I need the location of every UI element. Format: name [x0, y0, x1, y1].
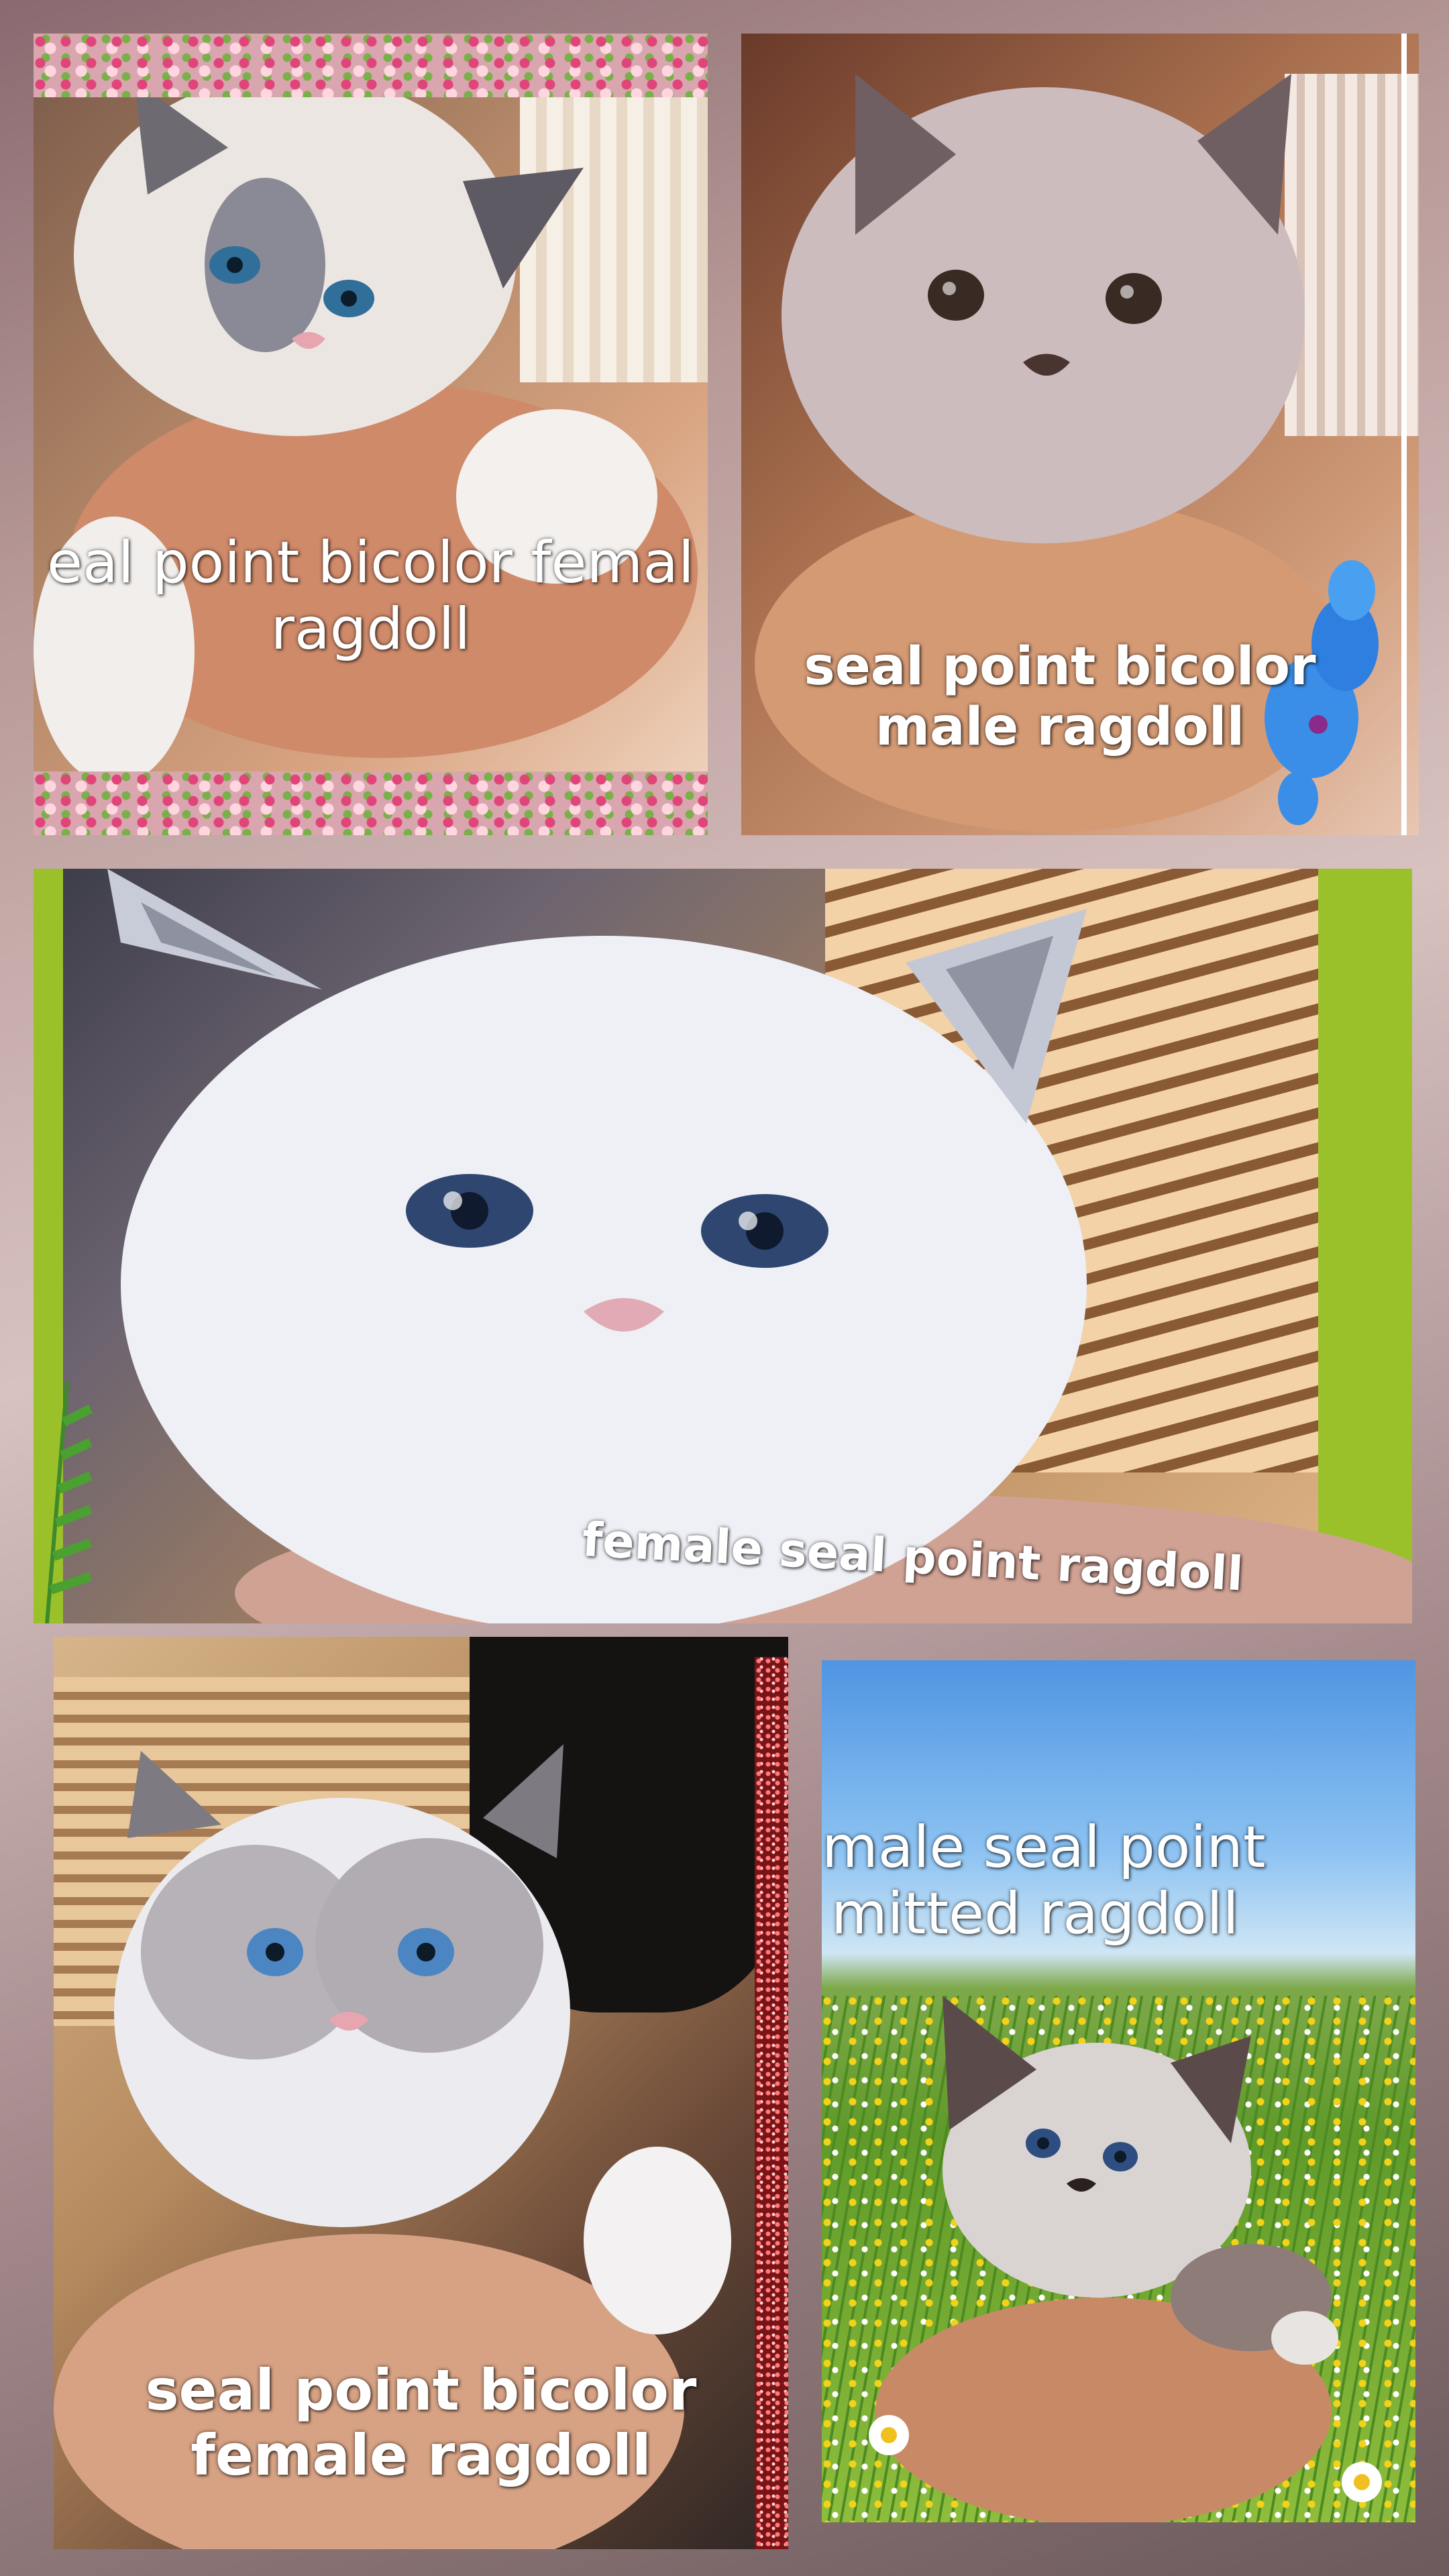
- caption-line: male seal point: [822, 1814, 1266, 1881]
- flower-border-top: [34, 34, 708, 97]
- kitten-photo-1: [34, 74, 698, 785]
- daisy-icon: [869, 2415, 909, 2455]
- caption-panel-4: seal point bicolor female ragdoll: [54, 2358, 788, 2487]
- caption-line: mitted ragdoll: [831, 1880, 1239, 1947]
- photo-panel-3: female seal point ragdoll: [34, 869, 1412, 1623]
- caption-panel-2: seal point bicolor male ragdoll: [741, 637, 1419, 757]
- photo-panel-5: male seal point mitted ragdoll: [822, 1660, 1415, 2522]
- caption-line: male ragdoll: [875, 696, 1245, 757]
- photo-panel-4: seal point bicolor female ragdoll: [54, 1637, 788, 2549]
- caption-line: female ragdoll: [191, 2422, 651, 2488]
- daisy-icon: [1342, 2462, 1382, 2502]
- photo-panel-1: eal point bicolor femal ragdoll: [34, 34, 708, 835]
- kitten-photo-5: [875, 1996, 1338, 2522]
- caption-line: eal point bicolor femal: [47, 529, 694, 596]
- caption-line: ragdoll: [270, 595, 471, 663]
- caption-panel-5: male seal point mitted ragdoll: [822, 1815, 1266, 1947]
- caption-line: seal point bicolor: [145, 2357, 697, 2423]
- caption-line: seal point bicolor: [804, 637, 1316, 697]
- fern-leaf-icon: [45, 1382, 93, 1623]
- flower-border-bottom: [34, 771, 708, 835]
- photo-panel-2: seal point bicolor male ragdoll: [741, 34, 1419, 835]
- kitten-photo-3: [107, 869, 1412, 1623]
- caption-panel-1: eal point bicolor femal ragdoll: [34, 530, 708, 663]
